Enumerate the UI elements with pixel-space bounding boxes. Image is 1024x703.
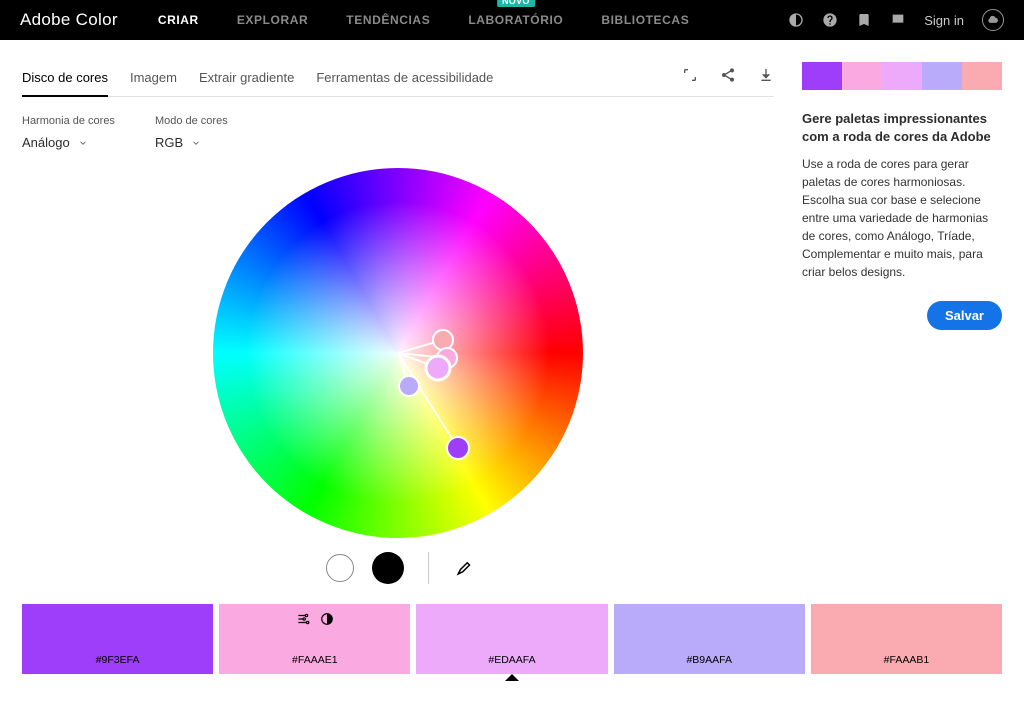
swatch[interactable]: #B9AAFA	[614, 604, 805, 674]
support-icon[interactable]	[890, 12, 906, 28]
preview-swatch[interactable]	[802, 62, 842, 90]
bg-black-toggle[interactable]	[372, 552, 404, 584]
moon-icon[interactable]	[788, 12, 804, 28]
wheel-gradient	[213, 168, 583, 538]
nav-tab-tendencias[interactable]: TENDÊNCIAS	[346, 13, 430, 27]
mode-label: Modo de cores	[155, 115, 228, 127]
nav-tab-explorar[interactable]: EXPLORAR	[237, 13, 308, 27]
preview-swatch[interactable]	[882, 62, 922, 90]
harmony-select[interactable]: Análogo	[22, 135, 115, 150]
nav-tab-bibliotecas[interactable]: BIBLIOTECAS	[601, 13, 689, 27]
swatch[interactable]: #FAAAE1	[219, 604, 410, 674]
contrast-icon[interactable]	[320, 612, 334, 626]
fullscreen-icon[interactable]	[682, 67, 698, 83]
swatch-strip: #9F3EFA #FAAAE1 #EDAAFA #B9AAFA #FAAAB1	[0, 604, 1024, 692]
preview-swatch[interactable]	[962, 62, 1002, 90]
swatch-hex: #B9AAFA	[686, 654, 732, 666]
swatch[interactable]: #EDAAFA	[416, 604, 607, 674]
share-icon[interactable]	[720, 67, 736, 83]
color-wheel[interactable]	[213, 168, 583, 538]
preview-swatch[interactable]	[842, 62, 882, 90]
bookmark-icon[interactable]	[856, 12, 872, 28]
nav-tab-laboratorio[interactable]: Novo LABORATÓRIO	[468, 13, 563, 27]
nav-tabs: CRIAR EXPLORAR TENDÊNCIAS Novo LABORATÓR…	[158, 13, 788, 27]
background-toggle	[22, 552, 774, 584]
swatch[interactable]: #FAAAB1	[811, 604, 1002, 674]
subtabs-row: Disco de cores Imagem Extrair gradiente …	[22, 62, 774, 97]
save-button[interactable]: Salvar	[927, 301, 1002, 330]
chevron-down-icon	[191, 138, 201, 148]
nav-right: Sign in	[788, 9, 1004, 31]
preview-swatch[interactable]	[922, 62, 962, 90]
swatch-hex: #FAAAE1	[292, 654, 338, 666]
subtab-disco[interactable]: Disco de cores	[22, 62, 108, 97]
badge-novo: Novo	[497, 0, 535, 7]
mode-select[interactable]: RGB	[155, 135, 228, 150]
creative-cloud-icon[interactable]	[982, 9, 1004, 31]
divider	[428, 552, 429, 584]
nav-tab-criar[interactable]: CRIAR	[158, 13, 199, 27]
palette-preview	[802, 62, 1002, 90]
swatch-hex: #EDAAFA	[488, 654, 535, 666]
sliders-icon[interactable]	[296, 612, 310, 626]
sidebar-description: Use a roda de cores para gerar paletas d…	[802, 155, 1002, 281]
controls: Harmonia de cores Análogo Modo de cores …	[22, 115, 774, 150]
subtab-gradiente[interactable]: Extrair gradiente	[199, 62, 294, 97]
swatch-hex: #FAAAB1	[884, 654, 930, 666]
brand-logo: Adobe Color	[20, 10, 118, 30]
chevron-down-icon	[78, 138, 88, 148]
subtab-acessibilidade[interactable]: Ferramentas de acessibilidade	[316, 62, 493, 97]
swatch-hex: #9F3EFA	[96, 654, 140, 666]
subtab-imagem[interactable]: Imagem	[130, 62, 177, 97]
bg-white-toggle[interactable]	[326, 554, 354, 582]
eyedropper-icon[interactable]	[453, 559, 471, 577]
download-icon[interactable]	[758, 67, 774, 83]
swatch[interactable]: #9F3EFA	[22, 604, 213, 674]
help-icon[interactable]	[822, 12, 838, 28]
swatch-tools	[296, 612, 334, 626]
signin-link[interactable]: Sign in	[924, 13, 964, 28]
top-nav: Adobe Color CRIAR EXPLORAR TENDÊNCIAS No…	[0, 0, 1024, 40]
sidebar-title: Gere paletas impressionantes com a roda …	[802, 110, 1002, 145]
harmony-label: Harmonia de cores	[22, 115, 115, 127]
